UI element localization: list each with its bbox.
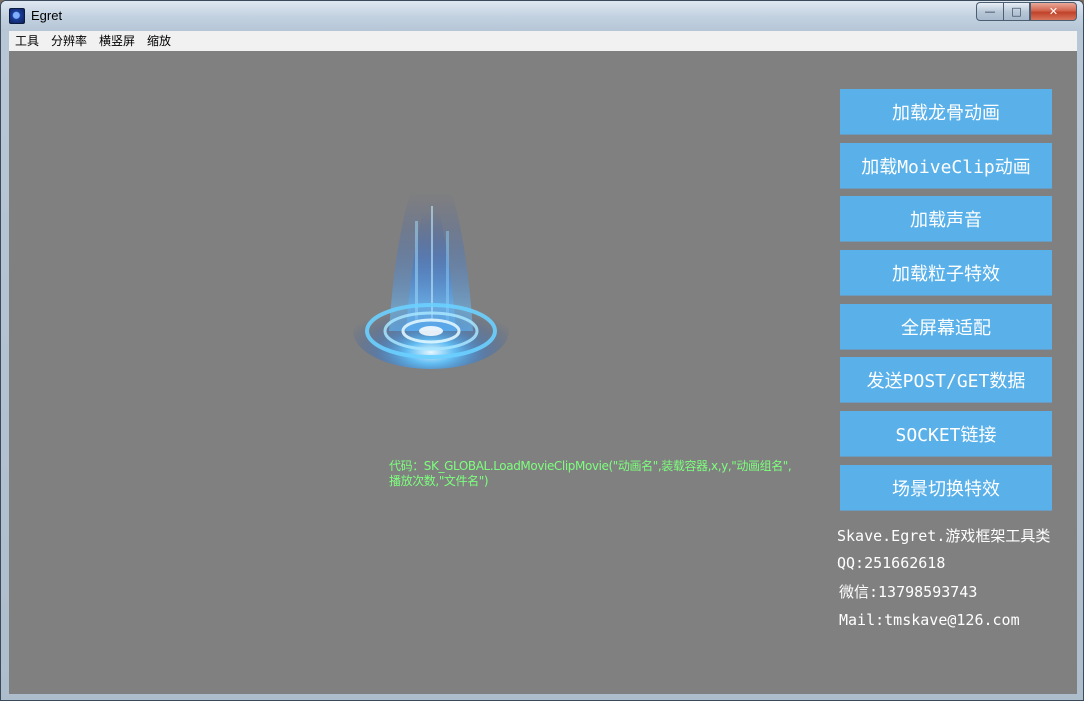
close-button[interactable]: ✕: [1030, 2, 1077, 21]
window-title: Egret: [31, 8, 63, 23]
load-sound-button[interactable]: 加载声音: [840, 196, 1052, 241]
contact-wechat: 微信:13798593743: [839, 583, 978, 601]
game-canvas[interactable]: 代码：SK_GLOBAL.LoadMovieClipMovie("动画名",装载…: [9, 51, 1077, 694]
socket-connect-button[interactable]: SOCKET链接: [840, 411, 1052, 456]
title-bar[interactable]: Egret — □ ✕: [1, 1, 1083, 31]
load-dragonbones-button[interactable]: 加载龙骨动画: [840, 89, 1052, 134]
maximize-icon: □: [1011, 5, 1022, 18]
portal-effect-animation: [353, 191, 509, 369]
contact-mail: Mail:tmskave@126.com: [839, 611, 1020, 629]
load-movieclip-button[interactable]: 加载MoiveClip动画: [840, 143, 1052, 188]
code-hint-text: 代码：SK_GLOBAL.LoadMovieClipMovie("动画名",装载…: [389, 459, 792, 488]
app-icon: [9, 8, 25, 24]
contact-qq: QQ:251662618: [837, 554, 946, 572]
send-post-get-button[interactable]: 发送POST/GET数据: [840, 357, 1052, 402]
scene-transition-button[interactable]: 场景切换特效: [840, 465, 1052, 510]
menu-orientation[interactable]: 横竖屏: [99, 31, 135, 51]
minimize-button[interactable]: —: [976, 2, 1003, 21]
menu-resolution[interactable]: 分辨率: [51, 31, 87, 51]
minimize-icon: —: [984, 5, 996, 18]
window-controls: — □ ✕: [976, 2, 1077, 21]
framework-title: Skave.Egret.游戏框架工具类: [837, 527, 1051, 545]
fullscreen-adapt-button[interactable]: 全屏幕适配: [840, 304, 1052, 349]
close-icon: ✕: [1048, 5, 1059, 18]
maximize-button[interactable]: □: [1003, 2, 1030, 21]
menu-zoom[interactable]: 缩放: [147, 31, 171, 51]
app-window: Egret — □ ✕ 工具 分辨率 横竖屏 缩放 代码：SK_GLOBAL.L…: [0, 0, 1084, 701]
load-particle-button[interactable]: 加载粒子特效: [840, 250, 1052, 295]
menu-bar: 工具 分辨率 横竖屏 缩放: [9, 31, 1077, 51]
menu-tools[interactable]: 工具: [15, 31, 39, 51]
